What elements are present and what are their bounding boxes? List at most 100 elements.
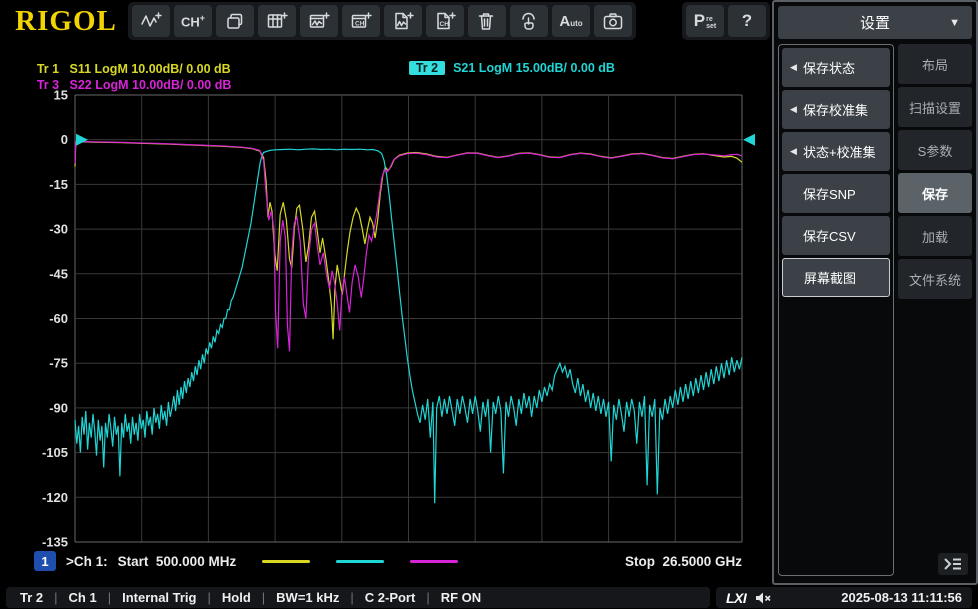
legend-tr3[interactable]: Tr 3 S22 LogM 10.00dB/ 0.00 dB (16, 64, 232, 106)
submenu-column: ◀ 保存状态 ◀ 保存校准集 ◀ 状态+校准集保存SNP 保存CSV 屏幕截图 (778, 44, 894, 576)
chevron-down-icon: ▼ (949, 16, 960, 29)
sidebar-item-label: 保存CSV (803, 229, 856, 244)
tr2-color-swatch (336, 559, 385, 563)
preset-label-sub: re set (706, 15, 717, 30)
preset-strip: P re set ? (682, 2, 770, 40)
channel-badge[interactable]: 1 (34, 551, 56, 571)
toolbar-button-file-channel[interactable]: CH (426, 5, 464, 37)
status-item-0: Tr 2 (20, 590, 44, 605)
speaker-muted-icon[interactable] (755, 591, 772, 605)
timestamp: 2025-08-13 11:11:56 (841, 590, 962, 605)
preset-label-main: P (693, 11, 706, 30)
tab-label: 扫描设置 (908, 100, 961, 116)
start-frequency-label[interactable]: Start 500.000 MHz (118, 554, 237, 569)
file-channel-icon: CH (434, 11, 456, 31)
status-item-3: Hold (221, 590, 251, 605)
trace-add-icon (140, 11, 162, 31)
tab-column: 布局扫描设置 S参数保存加载文件系统 (898, 44, 972, 576)
status-right: LXI 2025-08-13 11:11:56 (716, 587, 972, 608)
submenu-arrow-icon: ◀ (790, 62, 797, 72)
y-tick-label: -90 (49, 400, 68, 415)
toolbar-button-auto[interactable]: Auto (552, 5, 590, 37)
channel-prefix: >Ch 1: (66, 553, 108, 569)
y-tick-label: -60 (49, 311, 68, 326)
tab-label: 文件系统 (908, 272, 961, 288)
status-separator: | (261, 590, 266, 605)
y-tick-label: -30 (49, 222, 68, 237)
y-tick-label: 0 (61, 132, 68, 147)
toolbar-button-channel-add[interactable]: CH+ (174, 5, 212, 37)
table-add-icon (266, 11, 288, 31)
legend-tr2[interactable]: Tr 2 S21 LogM 15.00dB/ 0.00 dB (388, 47, 615, 89)
tr2-active-badge[interactable]: Tr 2 (408, 61, 446, 75)
sidebar-item-label: 保存SNP (803, 187, 856, 202)
y-tick-label: -135 (42, 535, 68, 550)
collapse-menu-button[interactable] (938, 553, 968, 575)
toolbar-button-window-channel-add[interactable]: CH (342, 5, 380, 37)
y-tick-label: -45 (49, 266, 68, 281)
status-separator: | (350, 590, 354, 605)
sidebar-body: ◀ 保存状态 ◀ 保存校准集 ◀ 状态+校准集保存SNP 保存CSV 屏幕截图 布局扫描设置 S… (778, 44, 972, 576)
vna-screen: RIGOL CH+ CH CH Auto P re set ? 15 0 -15 -30 -4… (0, 0, 978, 609)
stop-frequency-label[interactable]: Stop 26.5000 GHz (625, 554, 742, 569)
toolbar-button-file-trace[interactable] (384, 5, 422, 37)
tab-sweep-settings[interactable]: 扫描设置 (898, 87, 972, 127)
ref-level-marker-right (743, 133, 755, 146)
status-indicators: Tr 2 | Ch 1 | Internal Trig | Hold | BW=1 kHz | C … (6, 587, 710, 608)
status-separator: | (107, 590, 112, 605)
tab-save[interactable]: 保存 (898, 173, 972, 213)
tab-s-params[interactable]: S参数 (898, 130, 972, 170)
tab-file-system[interactable]: 文件系统 (898, 259, 972, 299)
status-item-4: BW=1 kHz (276, 590, 340, 605)
status-item-1: Ch 1 (68, 590, 97, 605)
y-tick-label: -75 (49, 356, 68, 371)
y-tick-label: -120 (42, 490, 68, 505)
tab-label: 保存 (921, 186, 948, 202)
preset-button[interactable]: P re set (686, 5, 724, 37)
top-toolbar: RIGOL CH+ CH CH Auto P re set ? (0, 0, 772, 42)
toolbar-button-touch[interactable] (510, 5, 548, 37)
collapse-menu-icon (944, 558, 961, 570)
y-tick-label: -105 (42, 445, 68, 460)
plot-svg: 150-15-30-45-60-75-90-105-120-135 (42, 88, 755, 550)
camera-icon (602, 11, 624, 31)
status-item-6: RF ON (440, 590, 482, 605)
status-bar: Tr 2 | Ch 1 | Internal Trig | Hold | BW=1 kHz | C … (0, 586, 978, 609)
sidebar-item-save-cal-set[interactable]: ◀ 保存校准集 (782, 90, 890, 129)
toolbar-button-trash[interactable] (468, 5, 506, 37)
sidebar-item-save-snp[interactable]: 保存SNP (782, 174, 890, 213)
sidebar-item-label: 屏幕截图 (804, 271, 857, 286)
sidebar-header[interactable]: 设置 ▼ (778, 6, 972, 39)
help-button[interactable]: ? (728, 5, 766, 37)
window-trace-add-icon (308, 11, 330, 31)
submenu-arrow-icon: ◀ (790, 104, 797, 114)
tr3-color-swatch (410, 559, 459, 563)
tab-label: 布局 (921, 57, 948, 73)
tab-layout[interactable]: 布局 (898, 44, 972, 84)
tab-load[interactable]: 加载 (898, 216, 972, 256)
toolbar-button-window-trace-add[interactable] (300, 5, 338, 37)
touch-icon (518, 11, 540, 31)
rigol-logo: RIGOL (15, 5, 117, 37)
sidebar-item-screenshot[interactable]: 屏幕截图 (782, 258, 890, 297)
toolbar-button-table-add[interactable] (258, 5, 296, 37)
toolbar-button-camera[interactable] (594, 5, 632, 37)
sidebar-item-save-csv[interactable]: 保存CSV (782, 216, 890, 255)
toolbar-button-trace-add[interactable] (132, 5, 170, 37)
tab-label: 加载 (921, 229, 948, 245)
window-stack-icon (224, 11, 246, 31)
status-separator: | (54, 590, 58, 605)
chart-panel: 15 0 -15 -30 -45 -60 -75 -90 -105 -120 -135 Tr 1 S… (0, 42, 772, 585)
sidebar-item-label: 保存状态 (803, 61, 856, 76)
window-channel-add-icon: CH (350, 11, 372, 31)
svg-text:CH: CH (355, 21, 365, 28)
sidebar-item-label: 保存校准集 (803, 103, 869, 118)
help-icon: ? (741, 11, 753, 30)
status-item-5: C 2-Port (364, 590, 416, 605)
sidebar-item-save-state[interactable]: ◀ 保存状态 (782, 48, 890, 87)
sidebar-item-state-plus-cal-set[interactable]: ◀ 状态+校准集 (782, 132, 890, 171)
legend-tr3-text (59, 78, 69, 92)
toolbar-button-strip: CH+ CH CH Auto (128, 2, 636, 40)
toolbar-button-window-stack[interactable] (216, 5, 254, 37)
settings-sidebar: 设置 ▼ ◀ 保存状态 ◀ 保存校准集 ◀ 状态+校准集保存SNP 保存CSV 屏幕截图 布局… (772, 0, 978, 585)
